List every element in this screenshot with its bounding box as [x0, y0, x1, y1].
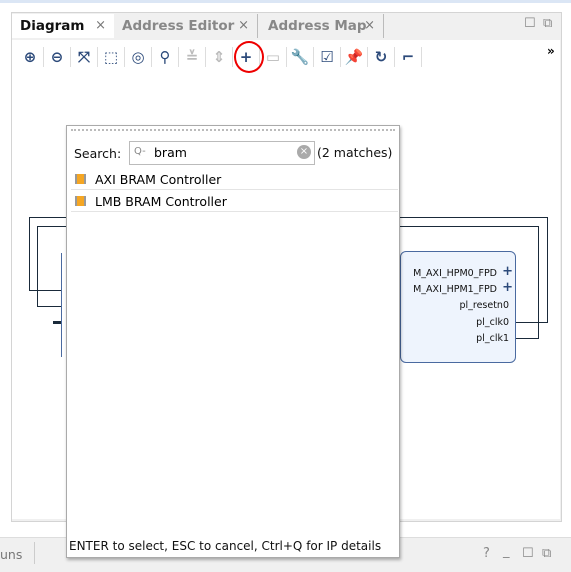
toolbar-separator [178, 47, 179, 67]
plus-icon[interactable]: + [502, 280, 513, 295]
search-icon: Q- [134, 146, 146, 157]
pin-icon[interactable]: 📌 [343, 46, 365, 68]
toolbar-separator [97, 47, 98, 67]
toolbar-separator [421, 47, 422, 67]
toolbar-separator [394, 47, 395, 67]
tab-label: Diagram [20, 18, 85, 34]
toolbar-separator [340, 47, 341, 67]
wire [547, 217, 548, 323]
port-label: pl_clk0 [476, 317, 509, 328]
add-ip-popup: Search: Q- bram × (2 matches) AXI BRAM C… [66, 125, 400, 558]
regenerate-icon[interactable]: ↻ [370, 46, 392, 68]
wire [37, 226, 38, 307]
overflow-icon[interactable]: » [547, 44, 555, 58]
wire [29, 217, 30, 291]
wire [515, 338, 539, 339]
search-value: bram [154, 145, 187, 160]
port-label: pl_resetn0 [459, 300, 509, 311]
minimize-icon[interactable]: _ [503, 544, 510, 559]
toolbar-separator [232, 47, 233, 67]
wire [29, 217, 69, 218]
port-stub [53, 321, 61, 324]
toolbar-separator [286, 47, 287, 67]
toolbar-separator [205, 47, 206, 67]
tab-partial[interactable]: uns [0, 547, 22, 562]
tab-address-map[interactable]: Address Map × [260, 14, 384, 38]
search-icon[interactable]: ⚲ [154, 46, 176, 68]
toolbar-separator [151, 47, 152, 67]
customize-icon[interactable]: 🔧 [289, 46, 311, 68]
zoom-in-icon[interactable]: ⊕ [19, 46, 41, 68]
zynq-ip-block[interactable]: M_AXI_HPM0_FPD + M_AXI_HPM1_FPD + pl_res… [400, 251, 516, 363]
help-icon[interactable]: ? [483, 546, 490, 561]
toolbar-separator [313, 47, 314, 67]
plus-icon[interactable]: + [502, 264, 513, 279]
wire [37, 306, 61, 307]
close-icon[interactable]: × [364, 14, 375, 38]
port-label: M_AXI_HPM1_FPD [413, 284, 497, 295]
zoom-selection-icon[interactable]: ⬚ [100, 46, 122, 68]
port-label: pl_clk1 [476, 333, 509, 344]
tab-label: Address Editor [122, 18, 235, 34]
search-label: Search: [74, 146, 122, 161]
wire [538, 226, 539, 339]
add-module-icon[interactable]: ▭ [262, 46, 284, 68]
left-ip-block-edge [61, 253, 62, 357]
wire [37, 226, 69, 227]
list-item[interactable]: LMB BRAM Controller [71, 191, 398, 212]
toolbar-separator [43, 47, 44, 67]
close-icon[interactable]: × [238, 14, 249, 38]
float-icon[interactable]: ⧉ [542, 546, 551, 561]
ip-icon [75, 174, 86, 184]
tab-label: Address Map [268, 18, 367, 34]
zoom-out-icon[interactable]: ⊖ [46, 46, 68, 68]
tab-address-editor[interactable]: Address Editor × [114, 14, 258, 38]
expand-icon[interactable]: ⇕ [208, 46, 230, 68]
highlight-circle [234, 41, 264, 73]
toolbar-separator [124, 47, 125, 67]
close-icon[interactable]: × [95, 14, 106, 38]
search-input[interactable]: Q- bram × [129, 141, 315, 165]
collapse-icon[interactable]: ≚ [181, 46, 203, 68]
hint-text: ENTER to select, ESC to cancel, Ctrl+Q f… [69, 539, 382, 553]
list-item[interactable]: AXI BRAM Controller [71, 169, 398, 190]
drag-handle[interactable] [71, 129, 395, 131]
wire [29, 290, 61, 291]
center-icon[interactable]: ◎ [127, 46, 149, 68]
maximize-icon[interactable]: ☐ [524, 16, 536, 31]
ip-icon [75, 196, 86, 206]
toolbar-separator [367, 47, 368, 67]
item-label: AXI BRAM Controller [95, 172, 222, 187]
clear-icon[interactable]: × [297, 145, 311, 159]
port-label: M_AXI_HPM0_FPD [413, 268, 497, 279]
wire [398, 217, 548, 218]
tab-diagram[interactable]: Diagram × [12, 14, 114, 38]
validate-icon[interactable]: ☑ [316, 46, 338, 68]
float-icon[interactable]: ⧉ [543, 16, 552, 31]
wire [515, 322, 548, 323]
wire [398, 226, 539, 227]
optimize-routing-icon[interactable]: ⌐ [397, 46, 419, 68]
toolbar-separator [70, 47, 71, 67]
zoom-fit-icon[interactable]: ⤧ [73, 46, 95, 68]
divider [34, 542, 35, 564]
item-label: LMB BRAM Controller [95, 194, 227, 209]
match-count: (2 matches) [317, 145, 393, 160]
top-border [0, 0, 571, 3]
maximize-icon[interactable]: ☐ [522, 546, 534, 561]
